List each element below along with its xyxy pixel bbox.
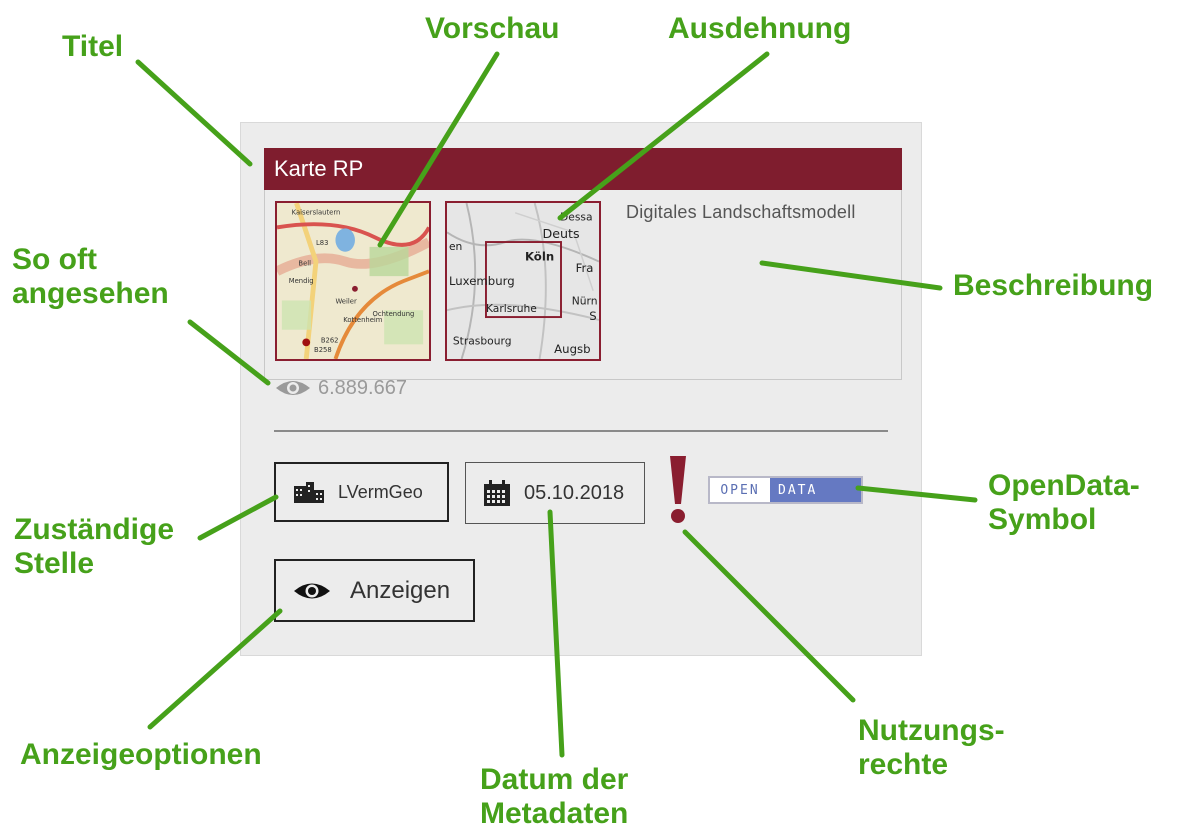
metadata-date-button[interactable]: 05.10.2018 <box>465 462 645 524</box>
building-icon <box>294 482 324 503</box>
map-label: Deuts <box>542 226 579 241</box>
view-count: 6.889.667 <box>274 376 407 400</box>
annotation-nutzung-line2: rechte <box>858 748 949 781</box>
annotation-opendata-line2: Symbol <box>988 503 1097 536</box>
map-label: Fra <box>576 261 594 275</box>
exclamation-icon[interactable] <box>666 456 690 526</box>
map-label: Augsb <box>554 342 590 356</box>
open-data-badge[interactable]: OPEN DATA <box>708 476 863 504</box>
authority-button[interactable]: LVermGeo <box>274 462 449 522</box>
callout-line-titel <box>135 59 253 167</box>
annotation-zustaendig: Zuständige Stelle <box>14 513 174 581</box>
eye-icon <box>276 381 310 395</box>
authority-label: LVermGeo <box>338 481 423 502</box>
annotation-beschreibung: Beschreibung <box>953 269 1154 302</box>
map-label: Luxemburg <box>449 274 515 288</box>
annotation-so-oft-line1: So oft <box>12 243 97 276</box>
metadata-date: 05.10.2018 <box>524 481 625 504</box>
map-label: S <box>589 309 596 323</box>
map-label: B262 <box>321 336 339 344</box>
card-title[interactable]: Karte RP <box>264 148 902 190</box>
divider <box>274 430 888 432</box>
view-count-value: 6.889.667 <box>318 376 407 399</box>
preview-map: Kaiserslautern Bell Mendig Weiler Ochten… <box>277 203 429 359</box>
annotation-zustaendig-line1: Zuständige <box>14 513 175 546</box>
open-data-open-text: OPEN <box>720 482 760 498</box>
annotation-anzeigeoptionen: Anzeigeoptionen <box>20 738 262 771</box>
calendar-icon <box>484 480 510 506</box>
show-button-label: Anzeigen <box>350 576 451 604</box>
map-label: Köln <box>525 250 554 264</box>
annotation-datum-line2: Metadaten <box>480 797 629 830</box>
annotation-so-oft: So oft angesehen <box>12 243 169 311</box>
show-button[interactable]: Anzeigen <box>274 559 475 622</box>
map-label: Strasbourg <box>453 334 512 347</box>
annotation-opendata-line1: OpenData- <box>988 469 1140 502</box>
extent-thumbnail[interactable]: Dessa Deuts Köln Fra Luxemburg Nürn S Ka… <box>445 201 601 361</box>
annotation-opendata: OpenData- Symbol <box>988 469 1140 537</box>
map-label: B258 <box>314 346 332 354</box>
annotation-titel: Titel <box>62 30 124 63</box>
map-label: Bell <box>298 259 311 267</box>
map-label: L83 <box>316 239 328 247</box>
map-label: Kaiserslautern <box>292 209 341 217</box>
map-label: Weiler <box>335 297 357 305</box>
map-label: Dessa <box>560 211 593 224</box>
annotation-zustaendig-line2: Stelle <box>14 547 95 580</box>
annotation-so-oft-line2: angesehen <box>12 277 169 310</box>
annotation-datum: Datum der Metadaten <box>480 763 628 831</box>
map-label: Nürn <box>572 294 598 307</box>
eye-icon <box>294 583 330 598</box>
map-label: en <box>449 240 462 253</box>
map-label: Karlsruhe <box>486 302 537 315</box>
annotation-nutzung: Nutzungs- rechte <box>858 714 1005 782</box>
open-data-data-text: DATA <box>770 478 861 502</box>
preview-thumbnail[interactable]: Kaiserslautern Bell Mendig Weiler Ochten… <box>275 201 431 361</box>
map-label: Mendig <box>289 277 314 285</box>
annotation-ausdehnung: Ausdehnung <box>668 12 852 45</box>
description-text: Digitales Landschaftsmodell <box>626 202 856 222</box>
extent-map: Dessa Deuts Köln Fra Luxemburg Nürn S Ka… <box>447 203 599 359</box>
annotation-nutzung-line1: Nutzungs- <box>858 714 1005 747</box>
annotation-datum-line1: Datum der <box>480 763 629 796</box>
annotation-vorschau: Vorschau <box>425 12 560 45</box>
map-label: Kottenheim <box>343 316 383 324</box>
